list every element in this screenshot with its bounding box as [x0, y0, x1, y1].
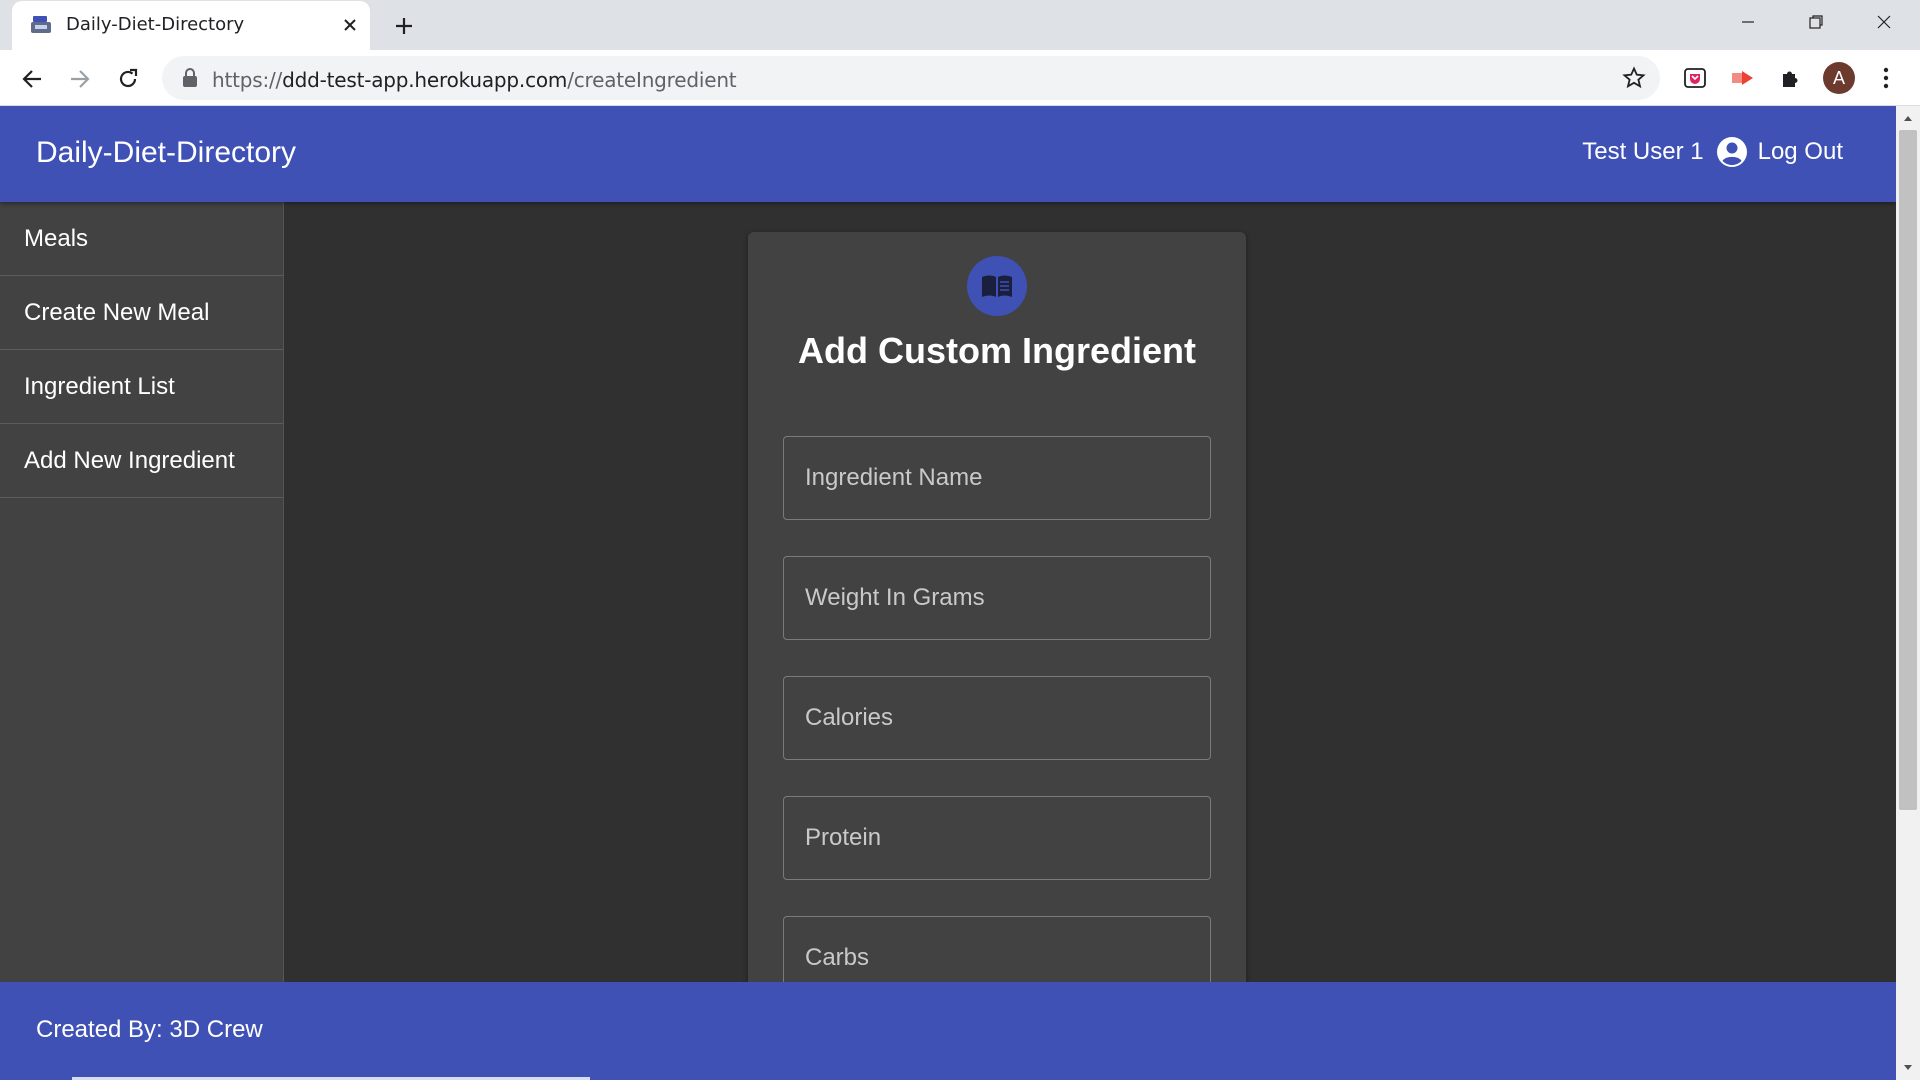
footer-credit: Created By: 3D Crew	[36, 1016, 263, 1043]
address-bar[interactable]: https://ddd-test-app.herokuapp.com/creat…	[162, 56, 1660, 100]
extensions-puzzle-icon[interactable]	[1776, 63, 1806, 93]
page-viewport: Daily-Diet-Directory Test User 1 Log Out…	[0, 106, 1920, 1080]
url-text[interactable]: https://ddd-test-app.herokuapp.com/creat…	[212, 68, 737, 92]
main-content: Add Custom Ingredient	[284, 202, 1896, 1080]
site-favicon-icon	[30, 14, 52, 36]
minimize-icon[interactable]	[1714, 0, 1782, 44]
account-circle-icon[interactable]	[1716, 136, 1748, 168]
sidebar-item-create-new-meal[interactable]: Create New Meal	[0, 276, 283, 350]
app-title[interactable]: Daily-Diet-Directory	[36, 136, 296, 170]
user-area: Test User 1 Log Out	[1582, 136, 1843, 168]
restore-icon[interactable]	[1782, 0, 1850, 44]
sidebar-item-add-new-ingredient[interactable]: Add New Ingredient	[0, 424, 283, 498]
scroll-up-arrow-icon[interactable]	[1896, 106, 1920, 130]
weight-in-grams-field[interactable]	[783, 556, 1211, 640]
cast-extension-icon[interactable]	[1728, 63, 1758, 93]
forward-arrow-icon[interactable]	[63, 62, 97, 96]
lock-icon	[182, 68, 198, 93]
close-window-icon[interactable]	[1850, 0, 1918, 44]
sidebar: Meals Create New Meal Ingredient List Ad…	[0, 202, 284, 988]
book-icon	[967, 256, 1027, 316]
tab-title: Daily-Diet-Directory	[66, 14, 245, 35]
sidebar-item-ingredient-list[interactable]: Ingredient List	[0, 350, 283, 424]
url-scheme: https://	[212, 68, 283, 92]
vertical-scrollbar[interactable]	[1896, 106, 1920, 1080]
browser-tabstrip: Daily-Diet-Directory	[0, 0, 1920, 50]
pocket-extension-icon[interactable]	[1680, 63, 1710, 93]
ingredient-name-field[interactable]	[783, 436, 1211, 520]
new-tab-icon[interactable]	[389, 11, 419, 41]
close-tab-icon[interactable]	[337, 12, 363, 38]
app-header: Daily-Diet-Directory Test User 1 Log Out	[0, 106, 1896, 202]
form-title: Add Custom Ingredient	[798, 330, 1196, 371]
url-host: ddd-test-app.herokuapp.com	[282, 68, 568, 92]
bookmark-star-icon[interactable]	[1622, 66, 1646, 95]
url-path: /createIngredient	[567, 68, 737, 92]
protein-field[interactable]	[783, 796, 1211, 880]
reload-icon[interactable]	[111, 62, 145, 96]
sidebar-item-meals[interactable]: Meals	[0, 202, 283, 276]
browser-tab[interactable]: Daily-Diet-Directory	[12, 1, 370, 50]
scrollbar-thumb[interactable]	[1899, 130, 1917, 810]
profile-avatar[interactable]: A	[1823, 62, 1855, 94]
user-name: Test User 1	[1582, 138, 1704, 165]
app-footer: Created By: 3D Crew	[0, 982, 1896, 1080]
add-ingredient-card: Add Custom Ingredient	[748, 232, 1246, 1080]
browser-menu-icon[interactable]	[1874, 62, 1898, 94]
calories-field[interactable]	[783, 676, 1211, 760]
scroll-down-arrow-icon[interactable]	[1896, 1056, 1920, 1080]
back-arrow-icon[interactable]	[15, 62, 49, 96]
logout-button[interactable]: Log Out	[1758, 138, 1843, 166]
browser-toolbar: https://ddd-test-app.herokuapp.com/creat…	[0, 50, 1920, 106]
